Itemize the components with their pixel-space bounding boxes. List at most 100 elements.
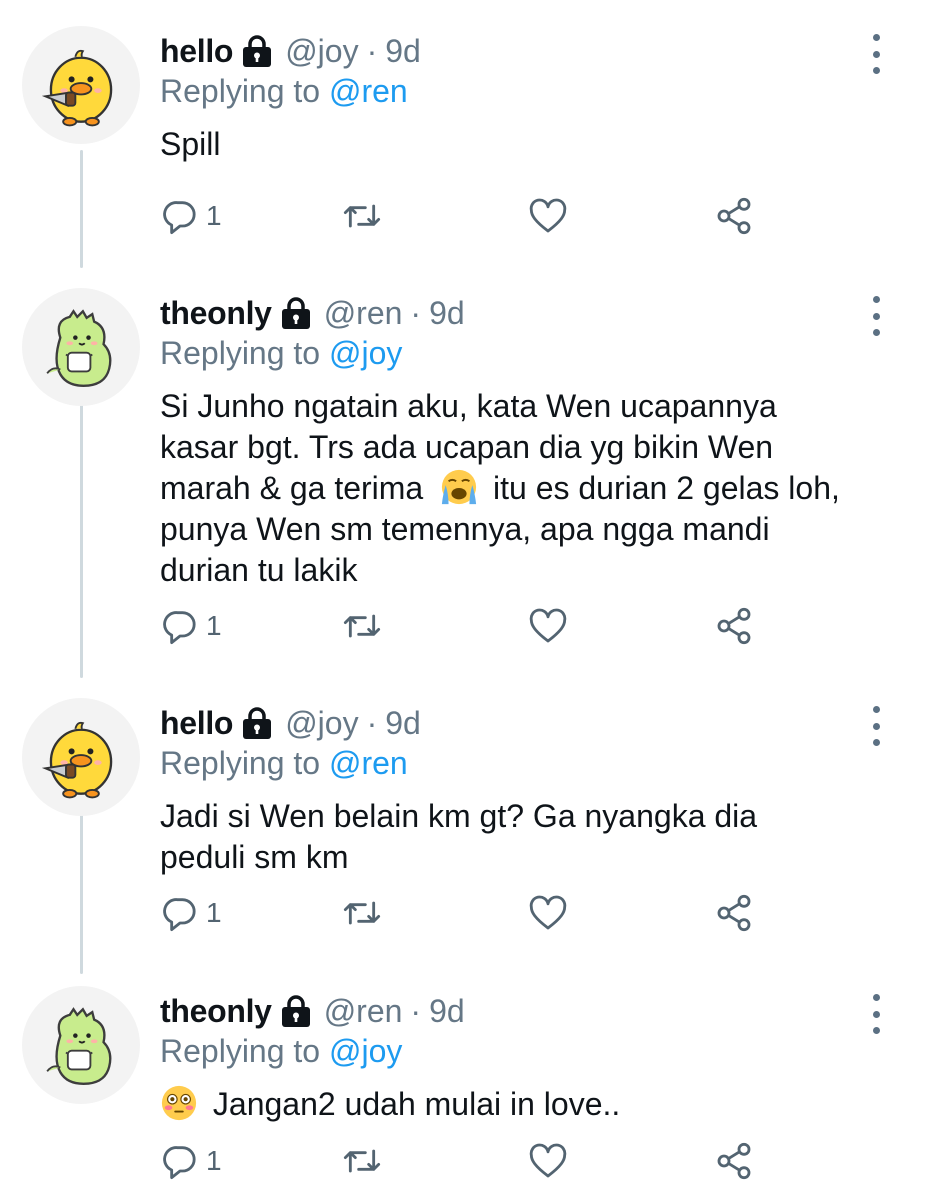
reply-count: 1 bbox=[206, 897, 222, 928]
reply-count: 1 bbox=[206, 1145, 222, 1176]
reply-icon bbox=[160, 893, 200, 933]
avatar[interactable] bbox=[22, 698, 140, 816]
user-handle[interactable]: @joy bbox=[285, 705, 358, 742]
heart-icon bbox=[528, 893, 568, 933]
tweet-actions: 1 bbox=[160, 605, 920, 647]
replying-to-label: Replying to bbox=[160, 335, 321, 371]
tweet-text-line: Spill bbox=[160, 126, 221, 162]
separator: · bbox=[366, 704, 378, 741]
replying-to-label: Replying to bbox=[160, 1033, 321, 1069]
tweet-text-line: Jadi si Wen belain km gt? Ga nyangka dia bbox=[160, 798, 758, 834]
tweet-text-line: marah & ga terima itu es durian 2 gelas … bbox=[160, 468, 900, 509]
timestamp[interactable]: 9d bbox=[385, 705, 421, 742]
more-vertical-icon[interactable] bbox=[864, 994, 888, 1034]
display-name[interactable]: theonly bbox=[160, 295, 272, 332]
reply-count: 1 bbox=[206, 610, 222, 641]
retweet-button[interactable] bbox=[342, 195, 382, 237]
more-vertical-icon[interactable] bbox=[864, 296, 888, 336]
user-handle[interactable]: @ren bbox=[324, 295, 403, 332]
separator: · bbox=[410, 294, 422, 331]
retweet-icon bbox=[342, 606, 382, 646]
tweet-header: theonly @ren · 9d bbox=[160, 290, 465, 336]
heart-icon bbox=[528, 196, 568, 236]
tweet-item[interactable]: hello @joy · 9d Replying to @ren Jadi si… bbox=[0, 672, 937, 962]
more-vertical-icon[interactable] bbox=[864, 706, 888, 746]
mention-link[interactable]: @ren bbox=[329, 745, 408, 781]
tweet-item[interactable]: theonly @ren · 9d Replying to @joy Si Ju… bbox=[0, 262, 937, 682]
share-button[interactable] bbox=[714, 605, 754, 647]
like-button[interactable] bbox=[528, 195, 568, 237]
retweet-icon bbox=[342, 893, 382, 933]
reply-button[interactable]: 1 bbox=[160, 892, 222, 934]
dino-avatar-icon bbox=[34, 998, 128, 1092]
replying-to-label: Replying to bbox=[160, 73, 321, 109]
avatar[interactable] bbox=[22, 986, 140, 1104]
tweet-text: Jadi si Wen belain km gt? Ga nyangka dia… bbox=[160, 796, 900, 878]
reply-button[interactable]: 1 bbox=[160, 1140, 222, 1182]
mention-link[interactable]: @ren bbox=[329, 73, 408, 109]
reply-icon bbox=[160, 1141, 200, 1181]
lock-icon bbox=[280, 994, 312, 1028]
reply-count: 1 bbox=[206, 200, 222, 231]
retweet-icon bbox=[342, 196, 382, 236]
like-button[interactable] bbox=[528, 605, 568, 647]
heart-icon bbox=[528, 606, 568, 646]
reply-icon bbox=[160, 606, 200, 646]
separator: · bbox=[366, 32, 378, 69]
retweet-button[interactable] bbox=[342, 892, 382, 934]
retweet-button[interactable] bbox=[342, 1140, 382, 1182]
retweet-button[interactable] bbox=[342, 605, 382, 647]
tweet-item[interactable]: hello @joy · 9d Replying to @ren Spill 1 bbox=[0, 0, 937, 266]
duck-avatar-icon bbox=[34, 38, 128, 132]
mention-link[interactable]: @joy bbox=[329, 335, 402, 371]
display-name[interactable]: hello bbox=[160, 33, 233, 70]
reply-button[interactable]: 1 bbox=[160, 605, 222, 647]
user-handle[interactable]: @joy bbox=[285, 33, 358, 70]
tweet-actions: 1 bbox=[160, 892, 920, 934]
avatar[interactable] bbox=[22, 288, 140, 406]
avatar[interactable] bbox=[22, 26, 140, 144]
timestamp[interactable]: 9d bbox=[385, 33, 421, 70]
user-handle[interactable]: @ren bbox=[324, 993, 403, 1030]
timestamp[interactable]: 9d bbox=[429, 993, 465, 1030]
display-name[interactable]: hello bbox=[160, 705, 233, 742]
heart-icon bbox=[528, 1141, 568, 1181]
display-name[interactable]: theonly bbox=[160, 993, 272, 1030]
flushed-face-icon bbox=[160, 1084, 198, 1122]
replying-to: Replying to @ren bbox=[160, 73, 408, 110]
tweet-item[interactable]: theonly @ren · 9d Replying to @joy Janga… bbox=[0, 960, 937, 1200]
dino-avatar-icon bbox=[34, 300, 128, 394]
mention-link[interactable]: @joy bbox=[329, 1033, 402, 1069]
like-button[interactable] bbox=[528, 892, 568, 934]
replying-to: Replying to @ren bbox=[160, 745, 408, 782]
share-button[interactable] bbox=[714, 1140, 754, 1182]
share-icon bbox=[714, 606, 754, 646]
tweet-header: hello @joy · 9d bbox=[160, 700, 421, 746]
share-button[interactable] bbox=[714, 195, 754, 237]
tweet-text-line: kasar bgt. Trs ada ucapan dia yg bikin W… bbox=[160, 429, 774, 465]
tweet-actions: 1 bbox=[160, 195, 920, 237]
duck-avatar-icon bbox=[34, 710, 128, 804]
reply-button[interactable]: 1 bbox=[160, 195, 222, 237]
share-button[interactable] bbox=[714, 892, 754, 934]
replying-to: Replying to @joy bbox=[160, 335, 402, 372]
tweet-text-line: punya Wen sm temennya, apa ngga mandi bbox=[160, 511, 770, 547]
share-icon bbox=[714, 1141, 754, 1181]
tweet-text-segment: marah & ga terima bbox=[160, 470, 424, 506]
tweet-text: Jangan2 udah mulai in love.. bbox=[160, 1084, 900, 1125]
like-button[interactable] bbox=[528, 1140, 568, 1182]
tweet-text-segment: itu es durian 2 gelas loh, bbox=[493, 470, 840, 506]
tweet-text-line: peduli sm km bbox=[160, 839, 349, 875]
tweet-actions: 1 bbox=[160, 1140, 920, 1182]
share-icon bbox=[714, 196, 754, 236]
tweet-text: Spill bbox=[160, 124, 900, 165]
timestamp[interactable]: 9d bbox=[429, 295, 465, 332]
retweet-icon bbox=[342, 1141, 382, 1181]
reply-icon bbox=[160, 196, 200, 236]
tweet-text-line: Si Junho ngatain aku, kata Wen ucapannya bbox=[160, 388, 777, 424]
separator: · bbox=[410, 992, 422, 1029]
more-vertical-icon[interactable] bbox=[864, 34, 888, 74]
tweet-text-line: durian tu lakik bbox=[160, 552, 358, 588]
replying-to-label: Replying to bbox=[160, 745, 321, 781]
lock-icon bbox=[241, 706, 273, 740]
